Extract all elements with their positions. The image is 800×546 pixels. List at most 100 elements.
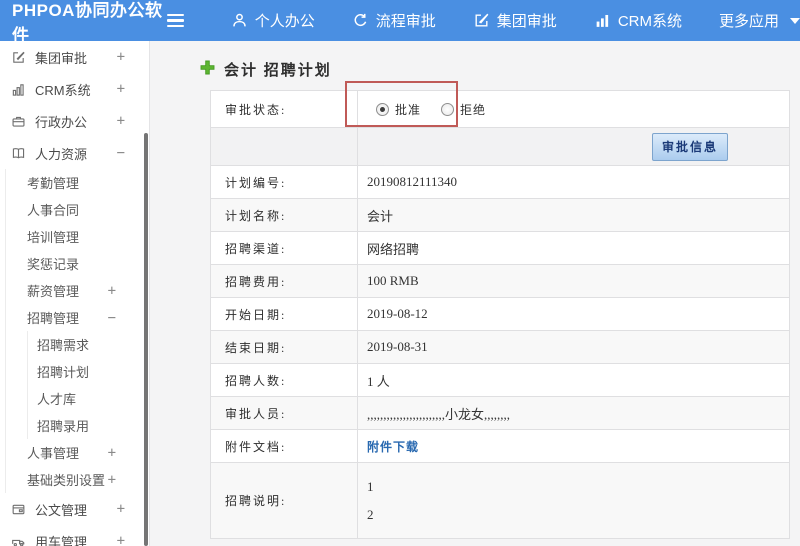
nav-crm-system[interactable]: CRM系统 [594,10,682,31]
briefcase-icon [11,114,26,129]
sidebar-item-label: 行政办公 [35,114,88,130]
radio-reject-label[interactable]: 拒绝 [460,101,486,118]
table-row-plan-name: 计划名称: 会计 [210,198,790,232]
expand-icon[interactable]: + [108,472,116,488]
sidebar-item-recruit-plan[interactable]: 招聘计划 [28,358,149,385]
nav-label: 集团审批 [496,13,557,30]
expand-icon[interactable]: + [117,533,125,546]
sidebar-item-base-category[interactable]: 基础类别设置 + [6,466,149,493]
expand-icon[interactable]: + [108,445,116,461]
page-header: 会计 招聘计划 [150,41,800,80]
menu-toggle-icon[interactable] [166,13,184,28]
sidebar-item-admin-office[interactable]: 行政办公 + [0,105,149,137]
nav-personal-office[interactable]: 个人办公 [231,10,315,31]
field-value: 100 RMB [357,264,790,298]
sidebar-item-recruit-hire[interactable]: 招聘录用 [28,412,149,439]
topbar: PHPOA协同办公软件 个人办公 流程审批 集团审批 CRM系统 更多应用 [0,0,800,45]
attachment-download-link[interactable]: 附件下载 [367,440,419,454]
field-label: 审批状态: [210,90,358,128]
table-row-start-date: 开始日期: 2019-08-12 [210,297,790,331]
nav-process-approval[interactable]: 流程审批 [352,10,436,31]
sidebar-item-document-mgmt[interactable]: 公文管理 + [0,493,149,525]
table-row-attachment: 附件文档: 附件下载 [210,429,790,463]
sidebar: 集团审批 + CRM系统 + 行政办公 + 人力资源 − 考勤管理 人事合同 培… [0,41,150,546]
top-navigation: 个人办公 流程审批 集团审批 CRM系统 更多应用 [194,10,800,31]
table-row-channel: 招聘渠道: 网络招聘 [210,231,790,265]
field-value: 1 人 [357,363,790,397]
sidebar-item-group-approval[interactable]: 集团审批 + [0,41,149,73]
recruit-submenu: 招聘需求 招聘计划 人才库 招聘录用 [27,331,149,439]
sidebar-item-human-resources[interactable]: 人力资源 − [0,137,149,169]
sidebar-item-recruit-mgmt[interactable]: 招聘管理 − [6,304,149,331]
sidebar-item-vehicle-mgmt[interactable]: 用车管理 + [0,525,149,546]
field-label: 招聘说明: [210,462,358,539]
sidebar-item-label: 招聘需求 [37,338,90,353]
car-icon [11,534,26,546]
field-label: 审批人员: [210,396,358,430]
field-label: 结束日期: [210,330,358,364]
nav-label: 个人办公 [254,13,315,30]
expand-icon[interactable]: + [117,113,125,129]
field-value: 会计 [357,198,790,232]
description-line: 2 [367,506,374,522]
field-label: 计划名称: [210,198,358,232]
nav-label: 流程审批 [375,13,436,30]
sidebar-item-label: 人才库 [37,392,77,407]
caret-down-icon [790,17,800,24]
field-label: 开始日期: [210,297,358,331]
approval-info-button[interactable]: 审批信息 [651,132,728,161]
sidebar-item-talent-pool[interactable]: 人才库 [28,385,149,412]
table-row-action: 审批信息 [210,127,790,166]
collapse-icon[interactable]: − [117,145,125,161]
add-icon[interactable] [200,60,215,80]
field-label: 招聘人数: [210,363,358,397]
description-line: 1 [367,478,374,494]
expand-icon[interactable]: + [117,81,125,97]
sidebar-item-label: 用车管理 [35,534,88,546]
sidebar-item-recruit-demand[interactable]: 招聘需求 [28,331,149,358]
sidebar-item-label: 招聘录用 [37,419,90,434]
sidebar-item-rewards[interactable]: 奖惩记录 [6,250,149,277]
sidebar-item-label: 人事合同 [27,203,80,218]
bar-chart-icon [594,12,611,29]
field-value: 1 2 [357,462,790,539]
field-value: 2019-08-31 [357,330,790,364]
page-title: 会计 招聘计划 [224,63,332,79]
radio-approve-label[interactable]: 批准 [395,101,421,118]
user-icon [231,12,248,29]
sidebar-item-label: 公文管理 [35,502,88,518]
collapse-icon[interactable]: − [108,310,116,326]
sidebar-scrollbar[interactable] [144,133,148,546]
sidebar-item-salary[interactable]: 薪资管理 + [6,277,149,304]
expand-icon[interactable]: + [117,501,125,517]
table-row-end-date: 结束日期: 2019-08-31 [210,330,790,364]
app-logo: PHPOA协同办公软件 [12,0,163,45]
bar-chart-icon [11,82,26,97]
sidebar-item-personnel-mgmt[interactable]: 人事管理 + [6,439,149,466]
field-label: 招聘渠道: [210,231,358,265]
sidebar-item-label: 基础类别设置 [27,473,106,488]
edit-icon [473,12,490,29]
radio-reject[interactable] [441,102,455,116]
sidebar-item-crm[interactable]: CRM系统 + [0,73,149,105]
sidebar-item-label: 培训管理 [27,230,80,245]
main-content: 会计 招聘计划 审批状态: 批准 拒绝 审批信息 计划编号: 201908121… [150,41,800,546]
expand-icon[interactable]: + [108,283,116,299]
table-row-headcount: 招聘人数: 1 人 [210,363,790,397]
sidebar-item-hr-contract[interactable]: 人事合同 [6,196,149,223]
sidebar-item-label: 招聘计划 [37,365,90,380]
sidebar-item-label: CRM系统 [35,82,91,98]
sidebar-item-attendance[interactable]: 考勤管理 [6,169,149,196]
edit-icon [11,50,26,65]
nav-more-apps[interactable]: 更多应用 [719,10,800,31]
radio-approve[interactable] [376,102,389,116]
nav-group-approval[interactable]: 集团审批 [473,10,557,31]
sidebar-item-training[interactable]: 培训管理 [6,223,149,250]
nav-label: CRM系统 [617,13,682,30]
table-row-approvers: 审批人员: ,,,,,,,,,,,,,,,,,,,,,,,,小龙女,,,,,,,… [210,396,790,430]
field-value: 网络招聘 [357,231,790,265]
expand-icon[interactable]: + [117,49,125,65]
detail-table: 审批状态: 批准 拒绝 审批信息 计划编号: 20190812111340 计划… [210,90,790,539]
field-value: 2019-08-12 [357,297,790,331]
sidebar-item-label: 奖惩记录 [27,257,80,272]
